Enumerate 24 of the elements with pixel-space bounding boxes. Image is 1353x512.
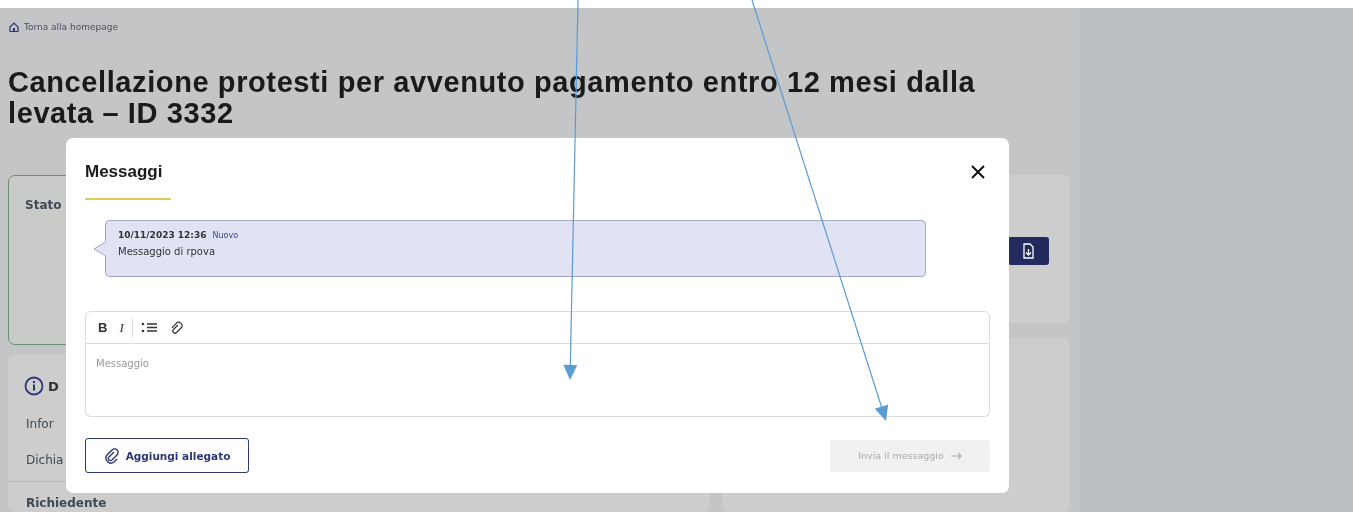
italic-button[interactable]: I xyxy=(115,317,128,338)
list-icon xyxy=(140,320,157,335)
back-link[interactable]: Torna alla homepage xyxy=(8,21,118,33)
status-label: Stato xyxy=(25,198,62,212)
section-heading: Richiedente xyxy=(26,496,107,510)
info-icon xyxy=(24,376,44,396)
download-button[interactable] xyxy=(1008,237,1049,265)
message-field[interactable]: Messaggio xyxy=(85,344,990,417)
details-row-label: Dichia xyxy=(26,453,64,467)
details-heading: D xyxy=(48,378,59,394)
attach-button[interactable]: Aggiungi allegato xyxy=(85,438,249,473)
bold-button[interactable]: B xyxy=(94,318,112,337)
message-text: Messaggio di rpova xyxy=(118,246,217,257)
dialog-title: Messaggi xyxy=(85,162,163,182)
arrow-right-icon xyxy=(949,450,962,461)
paperclip-icon xyxy=(103,447,120,464)
close-icon xyxy=(970,164,986,180)
close-button[interactable] xyxy=(970,164,986,180)
page-title: Cancellazione protesti per avvenuto pagamento entro 12 mesi dalla levata – ID 3332 xyxy=(8,67,977,129)
message-status: Nuovo xyxy=(212,231,239,240)
details-row-label: Infor xyxy=(26,417,54,431)
home-icon xyxy=(8,21,20,33)
file-download-icon xyxy=(1021,243,1036,259)
message-date: 10/11/2023 12:36 xyxy=(118,230,207,240)
